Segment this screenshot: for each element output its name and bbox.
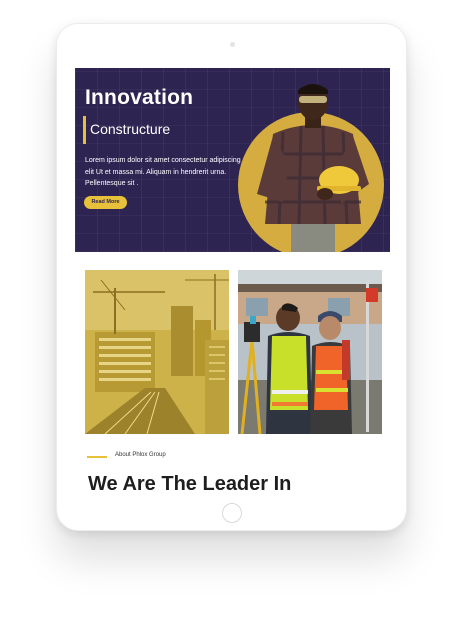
- home-button[interactable]: [222, 503, 242, 523]
- hero-title: Innovation: [85, 86, 194, 109]
- about-accent-line: [87, 456, 107, 458]
- about-heading: We Are The Leader In: [88, 473, 292, 492]
- tablet-frame: Innovation Constructure Lorem ipsum dolo…: [56, 23, 407, 531]
- hero-banner: Innovation Constructure Lorem ipsum dolo…: [75, 68, 390, 252]
- construction-site-photo: [85, 270, 229, 434]
- worker-photo: [257, 84, 369, 252]
- surveyors-photo: [238, 270, 382, 434]
- hero-subtitle: Constructure: [90, 121, 171, 137]
- read-more-button[interactable]: Read More: [84, 196, 127, 209]
- surveyors-image: [238, 270, 382, 434]
- about-label: About Phlox Group: [115, 452, 166, 458]
- hero-accent-bar: [83, 116, 86, 144]
- hero-body-text: Lorem ipsum dolor sit amet consectetur a…: [85, 157, 241, 187]
- tablet-screen: Innovation Constructure Lorem ipsum dolo…: [75, 68, 390, 492]
- crane-city-image: [85, 270, 229, 434]
- camera-dot: [230, 42, 235, 47]
